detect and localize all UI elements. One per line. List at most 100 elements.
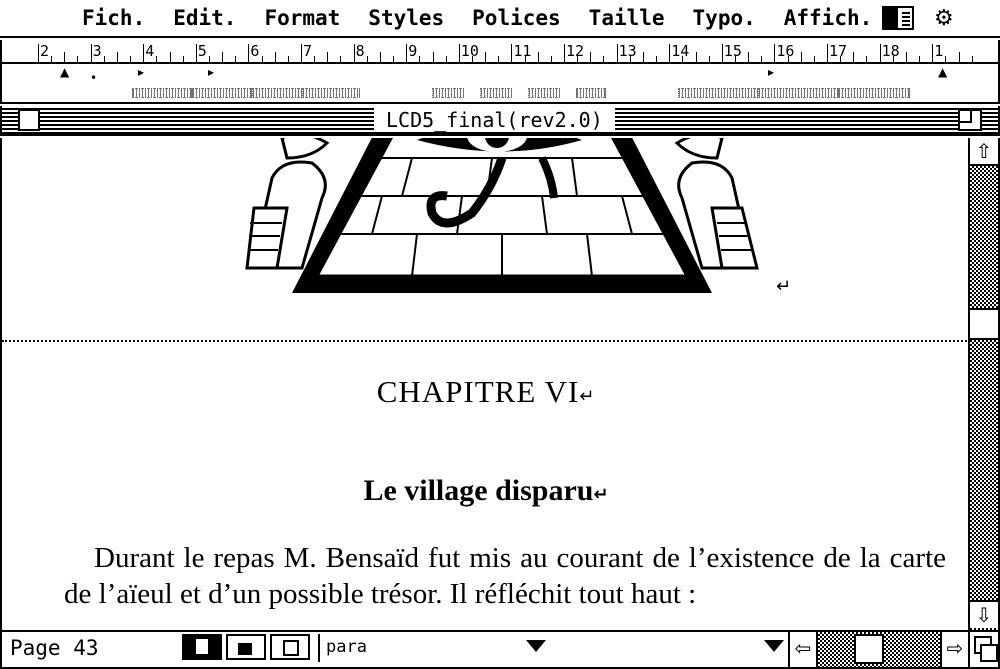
ruler-major-tick [879,44,881,62]
tab-stop-marker[interactable]: ▸ [138,66,144,78]
menu-polices[interactable]: Polices [472,6,561,30]
ruler-major-tick [353,44,355,62]
ruler-tick-label: 14 [671,42,690,60]
ruler-tick-label: 10 [460,42,479,60]
document-area[interactable]: ↵ CHAPITRE VI↵ Le village disparu↵ Duran… [0,138,968,630]
menu-styles[interactable]: Styles [368,6,444,30]
ruler-minor-tick [130,56,132,62]
ruler-tick-label: 13 [618,42,637,60]
ruler-tick-label: 17 [829,42,848,60]
ruler-minor-tick [366,56,368,62]
paragraph-return-mark: ↵ [579,386,596,407]
chapter-title-text: Le village disparu [363,474,594,507]
ruler-major-tick [511,44,513,62]
ruler-minor-tick [445,56,447,62]
ruler-minor-tick [524,56,526,62]
vertical-scrollbar[interactable]: ⇧ ⇩ [968,138,1000,630]
menu-typo[interactable]: Typo. [693,6,756,30]
ruler-minor-tick [682,56,684,62]
ruler-minor-tick [235,56,237,62]
eye-of-horus-illustration [245,138,759,293]
ruler: 2 3 4 5 6 7 8 9 10 11 12 13 14 15 16 17 18 1 ▲ • ▸ ▸ ▸ ▲ [0,40,1000,104]
menu-edition[interactable]: Edit. [173,6,236,30]
ruler-minor-tick [77,56,79,62]
ruler-tick-label: 15 [723,42,742,60]
ruler-minor-tick [340,56,342,62]
ruler-minor-tick [656,56,658,62]
normal-view-button[interactable] [182,634,222,660]
menu-fichier[interactable]: Fich. [82,6,145,30]
zoom-box[interactable] [958,109,982,131]
ruler-button[interactable] [132,88,192,98]
first-line-marker[interactable]: • [90,72,97,84]
ruler-minor-tick [156,56,158,62]
page-break-line [2,340,968,342]
ruler-minor-tick [695,52,697,62]
ruler-minor-tick [892,56,894,62]
window-list-icon[interactable] [882,6,914,30]
window-title-bar[interactable]: LCD5_final(rev2.0) [0,106,1000,136]
ruler-minor-tick [103,56,105,62]
scroll-up-arrow-icon[interactable]: ⇧ [970,138,998,166]
style-dropdown-icon[interactable] [526,640,546,652]
ruler-button[interactable] [528,88,560,98]
ruler-tick-label: 4 [145,42,155,60]
ruler-scale[interactable]: 2 3 4 5 6 7 8 9 10 11 12 13 14 15 16 17 18 1 [2,40,998,64]
chapter-heading-text: CHAPITRE VI [376,374,580,409]
multifinder-icon[interactable]: ⚙ [934,6,964,34]
ruler-button[interactable] [576,88,606,98]
menu-taille[interactable]: Taille [589,6,665,30]
resize-box-icon[interactable] [968,632,998,667]
ruler-button[interactable] [678,88,758,98]
ruler-minor-tick [116,52,118,62]
ruler-major-tick [248,44,250,62]
paragraph-return-mark: ↵ [776,276,792,297]
ruler-major-tick [827,44,828,62]
scroll-left-arrow-icon[interactable]: ⇦ [790,632,818,667]
scroll-down-arrow-icon[interactable]: ⇩ [970,600,998,628]
style-selector[interactable]: para [318,634,788,662]
tab-stop-marker[interactable]: ▸ [768,66,774,78]
ruler-minor-tick [287,56,289,62]
ruler-minor-tick [64,52,66,62]
ruler-minor-tick [261,56,263,62]
ruler-button[interactable] [758,88,838,98]
ruler-major-tick [90,44,92,62]
ruler-button[interactable] [192,88,252,98]
horizontal-scrollbar[interactable]: ⇦ ⇨ [788,632,968,667]
menu-affichage[interactable]: Affich. [784,6,873,30]
font-dropdown-icon[interactable] [764,640,784,652]
close-box[interactable] [18,109,40,131]
ruler-major-tick [721,44,723,62]
tab-stop-marker[interactable]: ▸ [208,66,214,78]
horizontal-scroll-thumb[interactable] [854,634,884,664]
ruler-major-tick [301,44,302,62]
ruler-tick-label: 9 [408,42,418,60]
ruler-minor-tick [787,56,789,62]
ruler-button[interactable] [302,88,360,98]
page-number: Page 43 [10,636,99,660]
ruler-minor-tick [182,56,184,62]
vertical-scroll-thumb[interactable] [970,308,998,340]
ruler-button[interactable] [480,88,512,98]
ruler-minor-tick [51,56,53,62]
left-indent-marker[interactable]: ▲ [60,66,69,78]
chapter-heading: CHAPITRE VI↵ [2,374,968,410]
ruler-minor-tick [813,56,815,62]
outline-view-button[interactable] [270,634,310,660]
page-view-button[interactable] [226,634,266,660]
ruler-minor-tick [314,56,316,62]
ruler-button[interactable] [432,88,464,98]
ruler-minor-tick [629,56,631,62]
ruler-minor-tick [748,52,750,62]
ruler-button[interactable] [252,88,302,98]
ruler-button[interactable] [838,88,910,98]
scroll-right-arrow-icon[interactable]: ⇨ [940,632,968,667]
paragraph-return-mark: ↵ [593,484,609,505]
ruler-tick-label: 16 [776,42,795,60]
ruler-tick-label: 1 [934,42,944,60]
right-indent-marker[interactable]: ▲ [938,66,947,78]
ruler-minor-tick [840,56,842,62]
menu-format[interactable]: Format [264,6,340,30]
ruler-minor-tick [761,56,763,62]
